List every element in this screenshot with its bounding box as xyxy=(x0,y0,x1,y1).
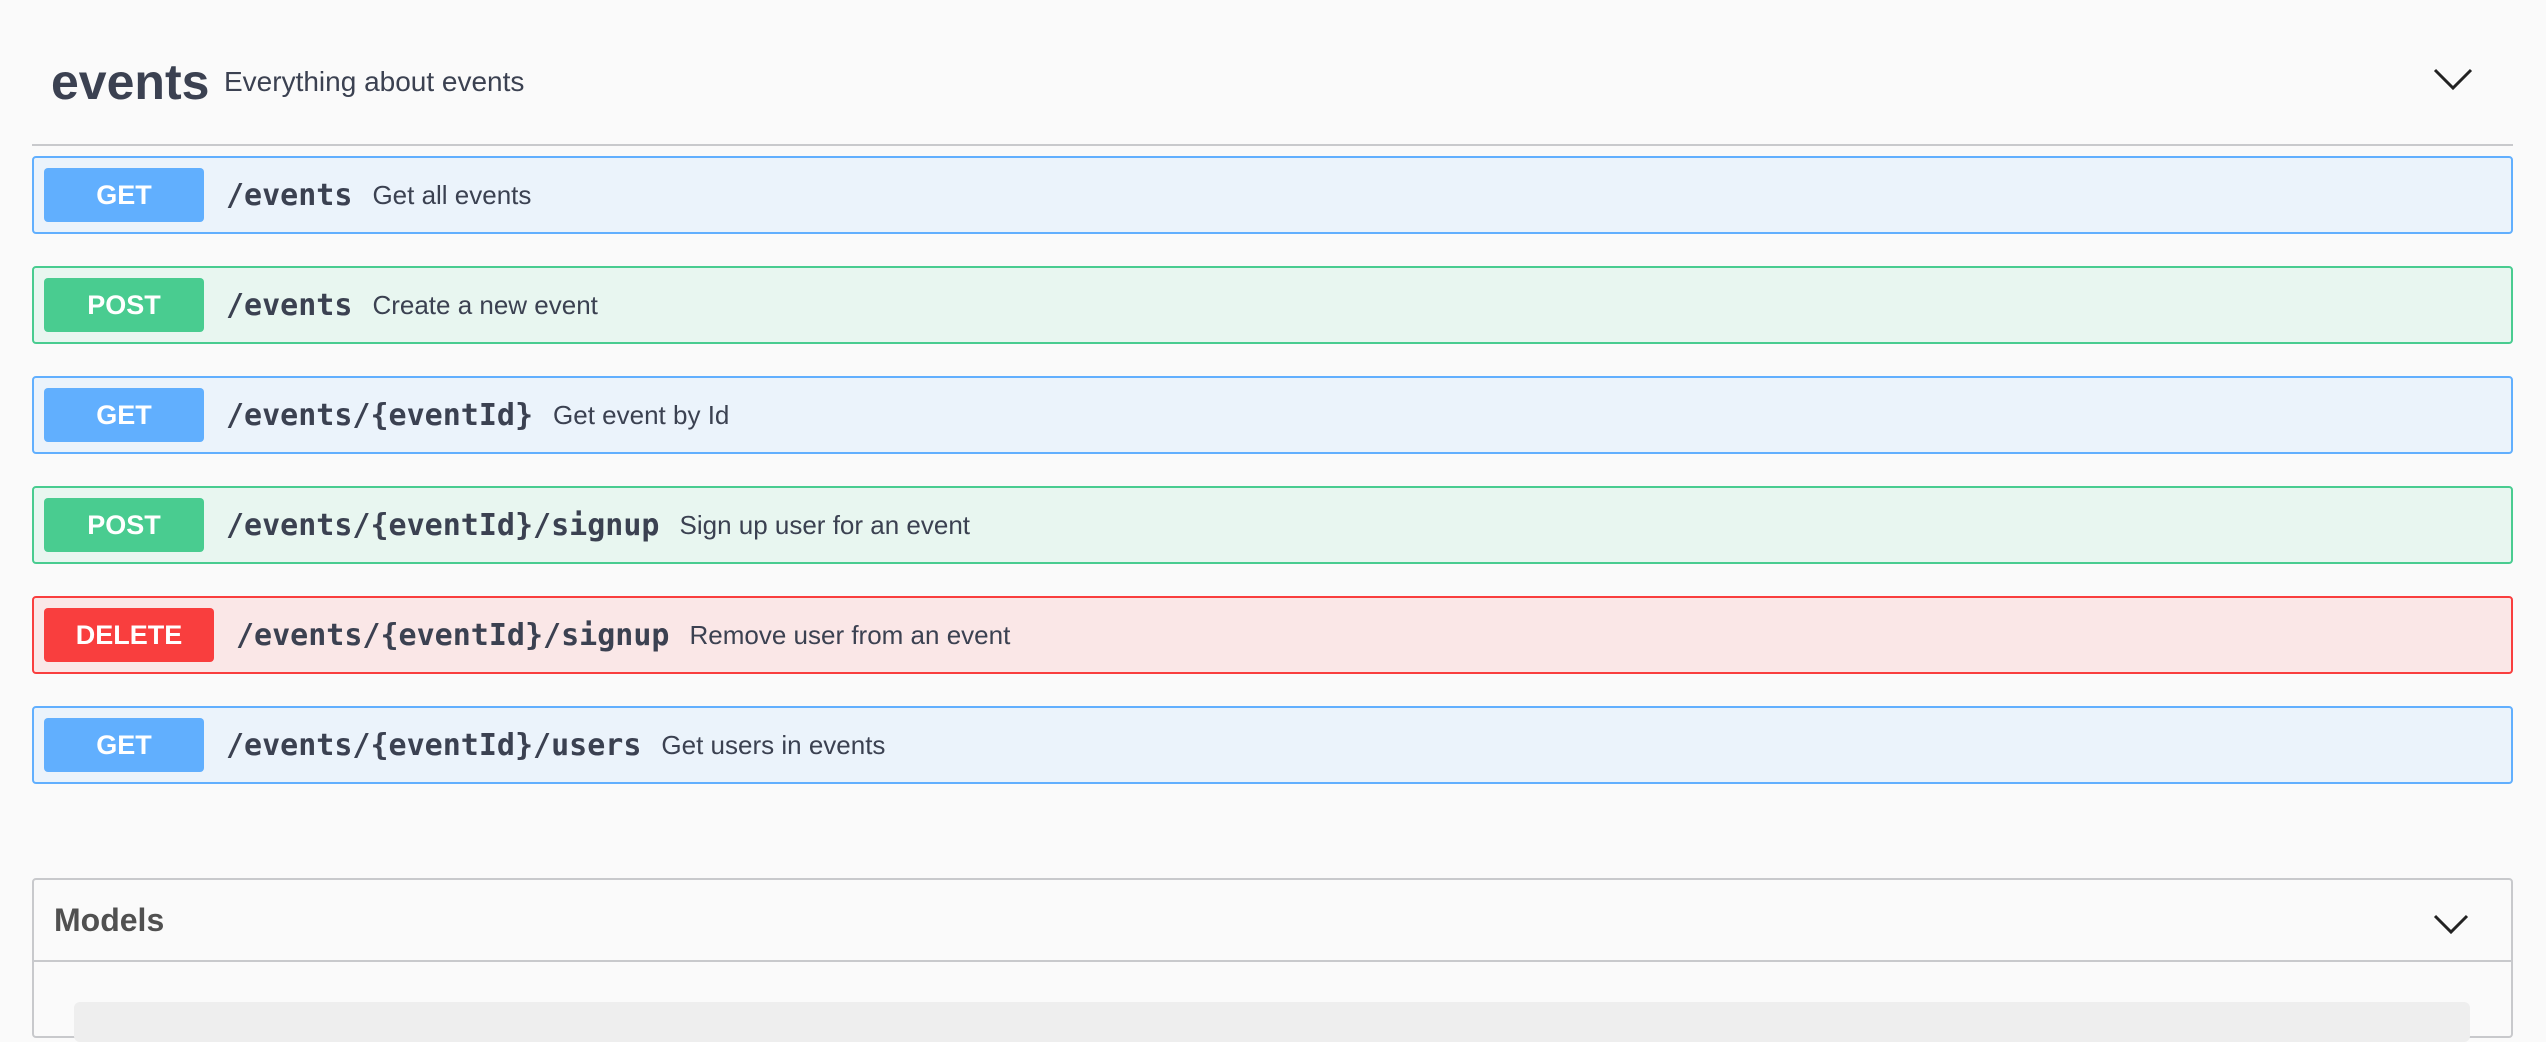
models-section: Models xyxy=(32,878,2513,1042)
operation-post-event-signup[interactable]: POST /events/{eventId}/signup Sign up us… xyxy=(32,486,2513,564)
method-badge: POST xyxy=(44,278,204,332)
operation-path: /events xyxy=(226,287,353,323)
operation-summary: Create a new event xyxy=(372,289,598,320)
method-badge: GET xyxy=(44,388,204,442)
operation-summary: Get event by Id xyxy=(553,399,730,430)
method-badge: GET xyxy=(44,168,204,222)
operation-summary: Remove user from an event xyxy=(689,619,1011,650)
operation-path: /events/{eventId}/signup xyxy=(236,617,670,653)
method-badge: DELETE xyxy=(44,608,214,662)
chevron-down-icon[interactable] xyxy=(2431,62,2475,94)
method-badge: POST xyxy=(44,498,204,552)
operation-path: /events xyxy=(226,177,353,213)
models-title: Models xyxy=(54,902,165,938)
operation-post-events[interactable]: POST /events Create a new event xyxy=(32,266,2513,344)
tag-header-events[interactable]: events Everything about events xyxy=(32,0,2513,146)
operation-path: /events/{eventId} xyxy=(226,397,534,433)
models-header[interactable]: Models xyxy=(34,880,2511,962)
tag-description: Everything about events xyxy=(224,66,525,97)
method-badge: GET xyxy=(44,718,204,772)
operation-path: /events/{eventId}/users xyxy=(226,727,642,763)
models-content-panel xyxy=(74,1002,2470,1042)
operation-get-events[interactable]: GET /events Get all events xyxy=(32,156,2513,234)
operation-get-event-users[interactable]: GET /events/{eventId}/users Get users in… xyxy=(32,706,2513,784)
operation-summary: Get all events xyxy=(372,179,532,210)
operation-path: /events/{eventId}/signup xyxy=(226,507,660,543)
operation-summary: Get users in events xyxy=(661,729,886,760)
chevron-down-icon[interactable] xyxy=(2431,910,2471,938)
operation-get-event-by-id[interactable]: GET /events/{eventId} Get event by Id xyxy=(32,376,2513,454)
tag-section: events Everything about events GET /even… xyxy=(32,0,2513,784)
operation-delete-event-signup[interactable]: DELETE /events/{eventId}/signup Remove u… xyxy=(32,596,2513,674)
tag-name: events xyxy=(51,54,210,110)
operation-summary: Sign up user for an event xyxy=(679,509,971,540)
